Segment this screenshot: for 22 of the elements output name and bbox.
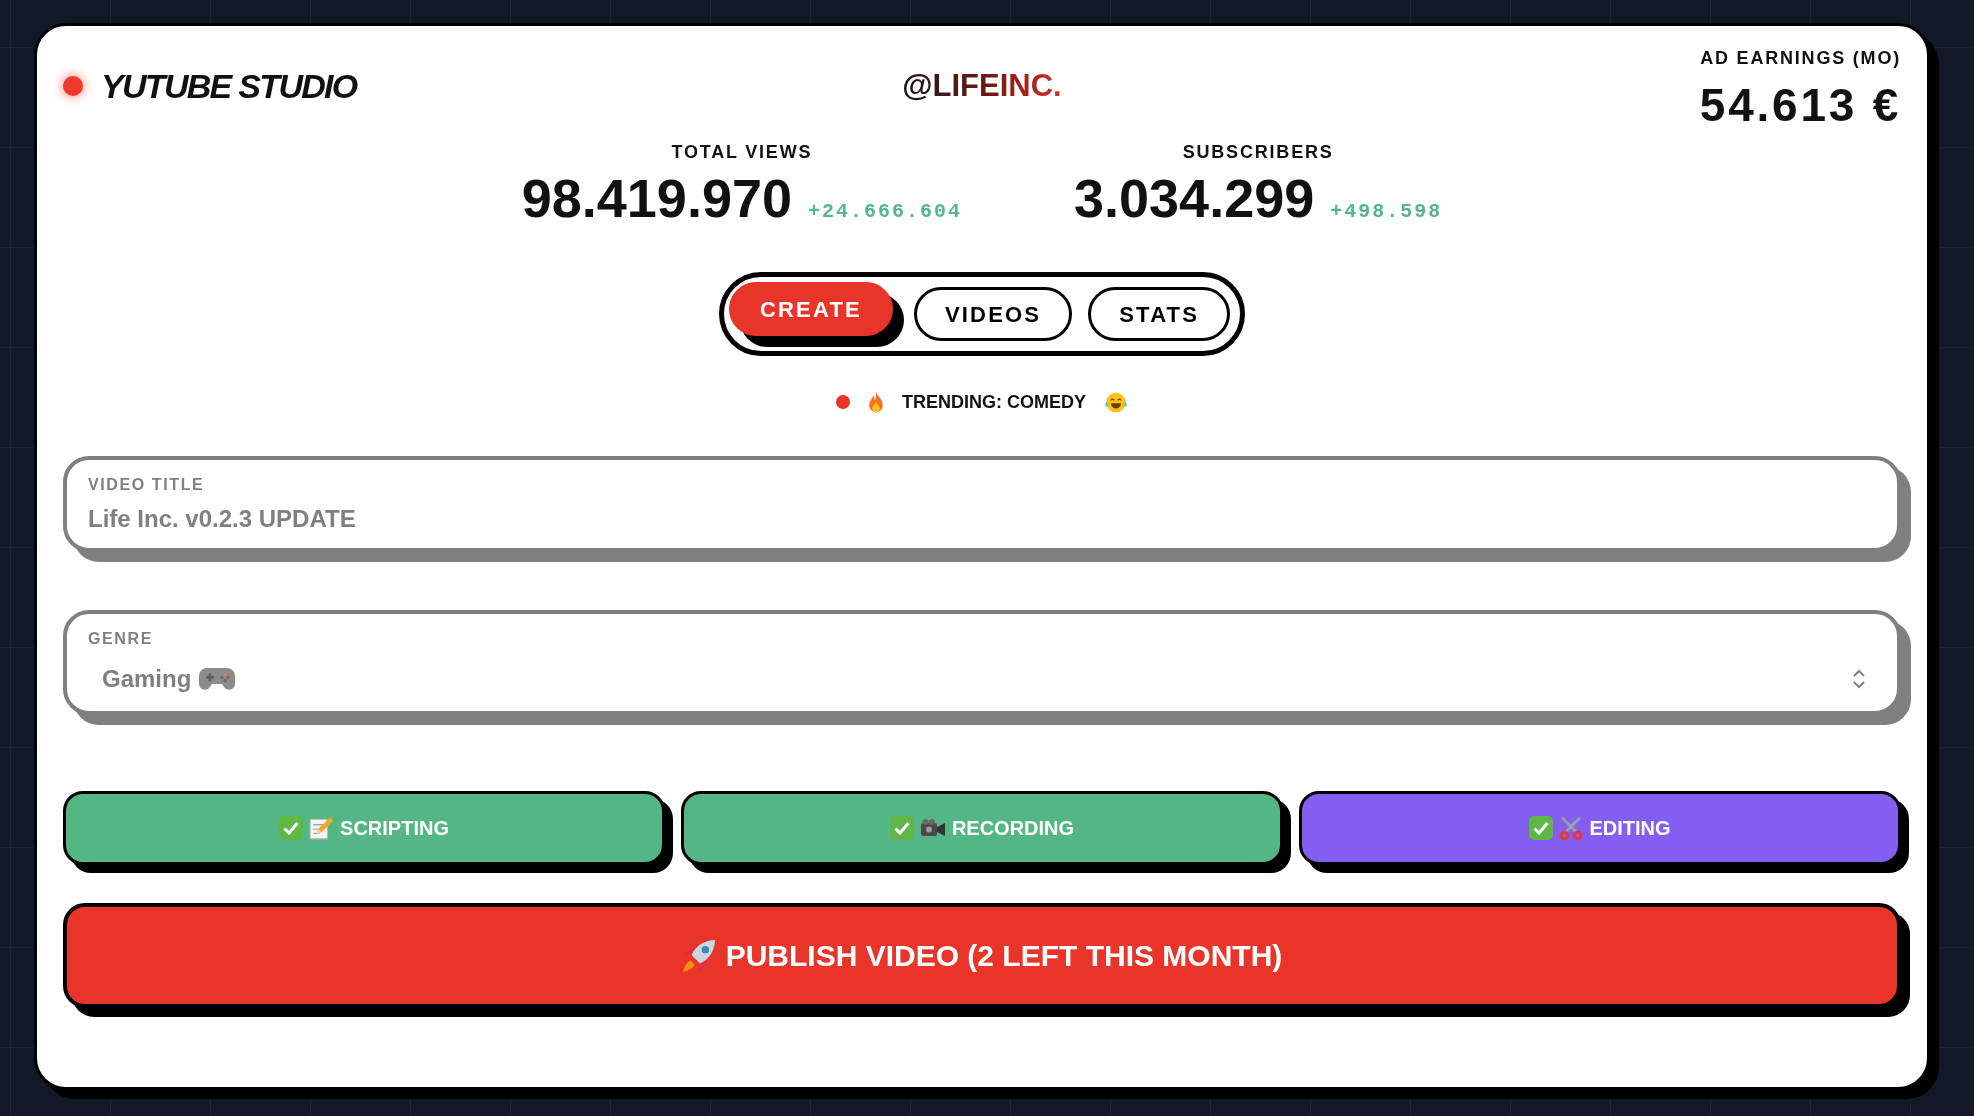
stat-label: TOTAL VIEWS [671,141,813,163]
stat-change: +24.666.604 [808,200,962,224]
gamepad-icon [199,665,236,693]
rocket-icon [681,938,716,973]
laughing-face-icon [1104,391,1128,413]
stat-change: +498.598 [1330,200,1443,224]
stat-value: 98.419.970 [521,171,792,225]
stat-label: SUBSCRIBERS [1182,141,1334,163]
tab[interactable]: VIDEOS [913,287,1073,341]
chevron-up-down-icon [1852,669,1866,689]
video-camera-icon [919,818,946,838]
field-label: GENRE [88,630,153,648]
scissors-icon [1559,816,1584,840]
app-title: YUTUBE STUDIO [101,66,357,106]
fire-icon [868,391,884,413]
field-label: VIDEO TITLE [88,476,205,494]
earnings-value: 54.613 € [1699,81,1901,129]
tab[interactable]: STATS [1088,287,1231,341]
memo-icon [309,816,335,840]
earnings-label: AD EARNINGS (MO) [1700,47,1901,69]
stat-value: 3.034.299 [1074,171,1315,225]
trending-text: TRENDING: COMEDY [902,391,1086,413]
